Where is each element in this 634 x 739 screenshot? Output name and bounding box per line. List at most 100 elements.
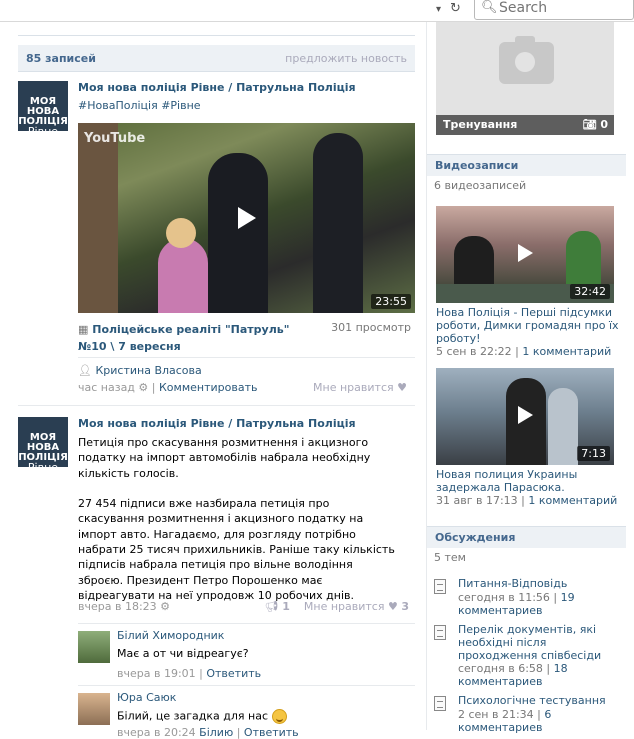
video-comments-link[interactable]: 1 комментарий <box>522 345 611 358</box>
comment-meta: вчера в 20:24 Білию | Ответить <box>117 726 299 739</box>
heart-icon: ♥ <box>387 600 398 613</box>
like-label: Мне нравится <box>303 600 385 613</box>
discussions-count: 5 тем <box>434 551 466 564</box>
discussions-header[interactable]: Обсуждения <box>427 526 626 548</box>
divider <box>18 405 415 406</box>
divider <box>18 30 415 36</box>
play-icon[interactable] <box>518 244 533 262</box>
wall-post: МОЯ НОВА ПОЛІЦІЯ Рівне Моя нова поліція … <box>18 81 415 401</box>
document-icon <box>434 625 446 640</box>
play-icon[interactable] <box>238 207 256 229</box>
videos-header-title[interactable]: Видеозаписи <box>435 159 518 172</box>
album-count: 📷︎ 0 <box>583 118 608 131</box>
topic-title[interactable]: Питання-Відповідь <box>458 577 622 590</box>
avatar-text: Рівне <box>27 125 59 138</box>
video-title[interactable]: ▦ Поліцейське реаліті "Патруль" №10 \ 7 … <box>78 321 298 355</box>
comment-author[interactable]: Юра Саюк <box>117 691 176 704</box>
video-frame-shape <box>78 123 118 313</box>
sidebar: Тренування 📷︎ 0 Видеозаписи 6 видеозапис… <box>426 22 634 734</box>
gear-icon[interactable]: ⚙ <box>138 381 148 394</box>
video-comments-link[interactable]: 1 комментарий <box>528 494 617 507</box>
comment: Юра Саюк Білий, це загадка для нас вчера… <box>78 685 415 739</box>
topic-meta: сегодня в 6:58 | 18 комментариев <box>458 662 568 688</box>
post-actions: 📢︎ 1 Мне нравится ♥ 3 <box>265 600 409 613</box>
video-frame-shape <box>158 238 208 313</box>
post-meta: час назад ⚙ | Комментировать <box>78 381 258 394</box>
video-frame-shape <box>548 388 578 465</box>
document-icon <box>434 696 446 711</box>
discussions-header-title[interactable]: Обсуждения <box>435 531 515 544</box>
share-button[interactable]: 📢︎ 1 <box>265 600 290 613</box>
video-frame-shape <box>313 133 363 313</box>
tagged-person[interactable]: 👤︎ Кристина Власова <box>78 364 202 377</box>
video-thumbnail[interactable]: 7:13 <box>436 368 614 465</box>
post-hashtags[interactable]: #НоваПоліція #Рівне <box>78 99 201 112</box>
video-date: 31 авг в 17:13 <box>436 494 518 507</box>
divider <box>78 357 415 358</box>
topic-meta: 2 сен в 21:34 | 6 комментариев <box>458 708 552 734</box>
tagged-person-name[interactable]: Кристина Власова <box>95 364 201 377</box>
browser-search-box[interactable]: 🔍︎ <box>474 0 634 20</box>
video-title-text[interactable]: Поліцейське реаліті "Патруль" №10 \ 7 ве… <box>78 323 289 353</box>
videos-header[interactable]: Видеозаписи <box>427 154 626 176</box>
video-icon: ▦ <box>78 323 93 336</box>
reply-link[interactable]: Ответить <box>244 726 299 739</box>
video-link[interactable]: Нова Поліція - Перші підсумки роботи, Ди… <box>436 306 626 345</box>
reply-link[interactable]: Ответить <box>206 667 261 680</box>
wall-post-count[interactable]: 85 записей <box>26 52 96 65</box>
smile-emoji-icon <box>272 709 288 724</box>
avatar-text: МОЯ НОВА <box>26 96 60 117</box>
post-author[interactable]: Моя нова поліція Рівне / Патрульна Поліц… <box>78 417 356 430</box>
post-text: Петиція про скасування розмитнення і акц… <box>78 436 395 602</box>
comment-time[interactable]: вчера в 19:01 <box>117 667 196 680</box>
user-icon: 👤︎ <box>78 364 96 377</box>
suggest-news-link[interactable]: предложить новость <box>285 52 407 65</box>
avatar[interactable] <box>78 693 110 725</box>
wall-header: 85 записей предложить новость <box>18 45 415 72</box>
video-duration: 23:55 <box>371 294 411 309</box>
video-meta: 5 сен в 22:22 | 1 комментарий <box>436 345 612 358</box>
post-author[interactable]: Моя нова поліція Рівне / Патрульна Поліц… <box>78 81 356 94</box>
comment-author[interactable]: Білий Химородник <box>117 629 224 642</box>
search-input[interactable] <box>499 0 629 17</box>
video-duration: 32:42 <box>570 284 610 299</box>
post-meta: вчера в 18:23 ⚙ <box>78 600 170 613</box>
video-duration: 7:13 <box>577 446 610 461</box>
comment-time[interactable]: вчера в 20:24 <box>117 726 196 739</box>
avatar-text: МОЯ НОВА <box>26 432 60 453</box>
avatar[interactable] <box>78 631 110 663</box>
topic-title[interactable]: Перелік документів, які необхідні після … <box>458 623 622 662</box>
video-date: 5 сен в 22:22 <box>436 345 512 358</box>
comment: Білий Химородник Має а от чи відреагує? … <box>78 623 415 683</box>
like-button[interactable]: Мне нравится ♥ <box>313 381 407 394</box>
megaphone-icon: 📢︎ <box>264 600 279 613</box>
like-button[interactable]: Мне нравится ♥ 3 <box>304 600 409 613</box>
topic-time: сегодня в 6:58 <box>458 662 543 675</box>
post-time[interactable]: вчера в 18:23 <box>78 600 157 613</box>
group-avatar[interactable]: МОЯ НОВА ПОЛІЦІЯ Рівне <box>18 417 68 473</box>
album-bar: Тренування 📷︎ 0 <box>436 115 614 135</box>
like-count: 3 <box>401 600 409 613</box>
gear-icon[interactable]: ⚙ <box>160 600 170 613</box>
video-link[interactable]: Новая полиция Украины задержала Парасюка… <box>436 468 626 494</box>
document-icon <box>434 579 446 594</box>
topic-title[interactable]: Психологічне тестування <box>458 694 622 707</box>
video-frame-shape <box>166 218 196 248</box>
photo-album[interactable]: Тренування 📷︎ 0 <box>436 22 614 135</box>
comment-link[interactable]: Комментировать <box>159 381 257 394</box>
dropdown-arrow-icon[interactable]: ▾ <box>436 4 441 15</box>
share-count: 1 <box>282 600 290 613</box>
video-player[interactable]: YouTube 23:55 <box>78 123 415 313</box>
group-avatar[interactable]: МОЯ НОВА ПОЛІЦІЯ Рівне <box>18 81 68 137</box>
play-icon[interactable] <box>518 406 533 424</box>
video-watermark: YouTube <box>84 131 146 146</box>
video-views: 301 просмотр <box>331 321 411 334</box>
browser-toolbar: ▾ ↻ 🔍︎ <box>0 0 634 22</box>
wall: 85 записей предложить новость МОЯ НОВА П… <box>0 22 426 739</box>
camera-icon <box>499 36 554 84</box>
reply-to-link[interactable]: Білию <box>199 726 233 739</box>
comment-text-value: Білий, це загадка для нас <box>117 709 269 723</box>
post-time[interactable]: час назад <box>78 381 135 394</box>
reload-icon[interactable]: ↻ <box>450 1 461 16</box>
video-thumbnail[interactable]: 32:42 <box>436 206 614 303</box>
